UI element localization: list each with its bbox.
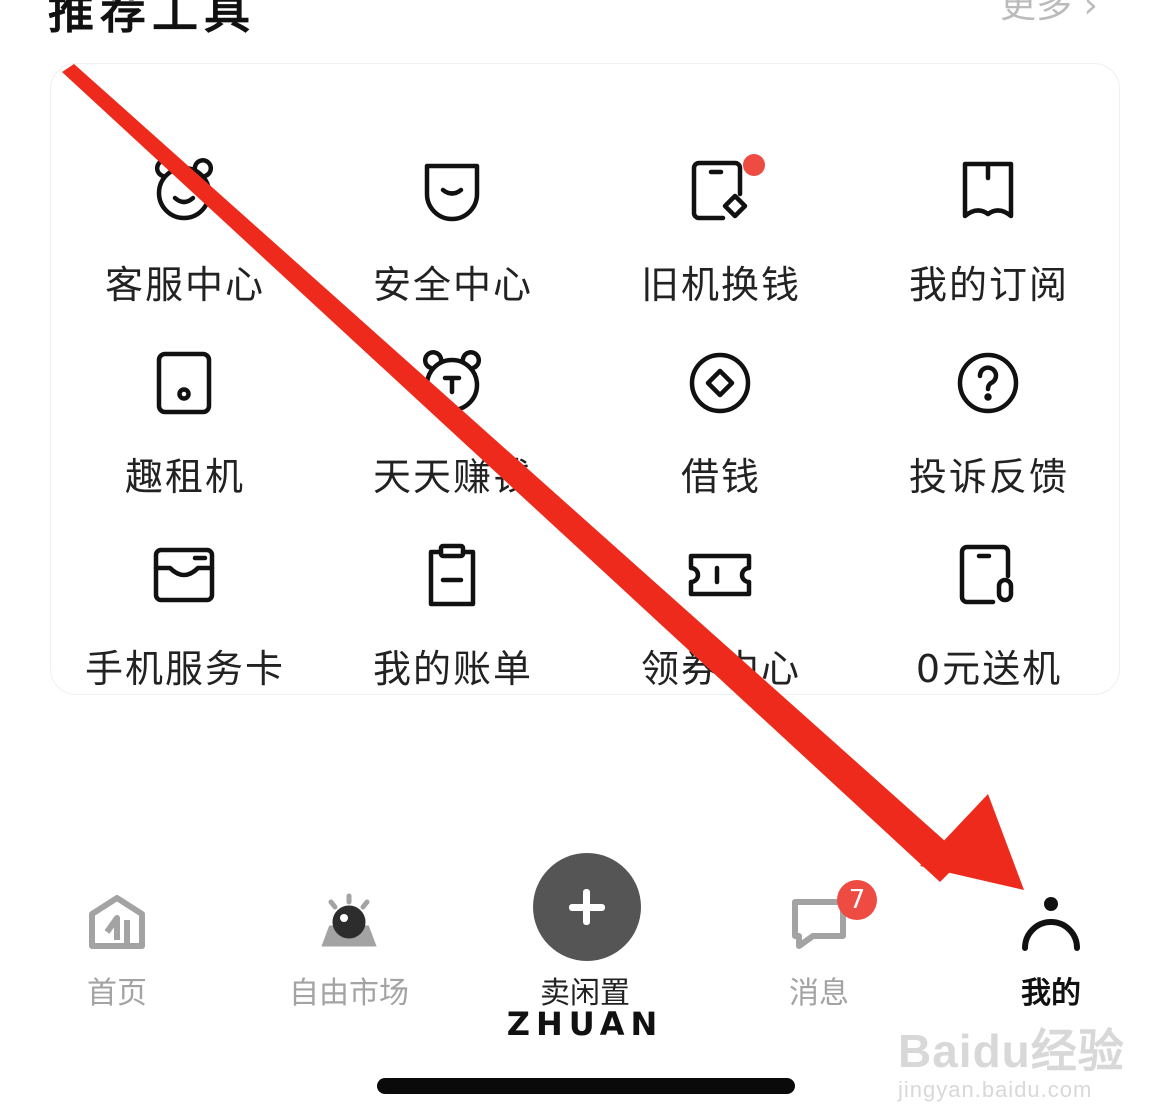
question-circle-icon — [955, 350, 1021, 416]
tab-home[interactable]: 首页 — [37, 892, 197, 1012]
tab-label: 首页 — [87, 976, 147, 1011]
phone-zero-icon — [955, 542, 1021, 608]
tool-free-phone[interactable]: 0元送机 — [855, 490, 1123, 691]
tool-coupon-center[interactable]: 领券中心 — [587, 490, 855, 691]
home-indicator — [377, 1078, 795, 1094]
section-title: 推荐工具 — [48, 0, 256, 39]
sell-button[interactable] — [533, 853, 641, 961]
tool-safety-center[interactable]: 安全中心 — [319, 106, 587, 307]
tab-label: 自由市场 — [289, 976, 409, 1011]
plus-icon-vertical — [583, 889, 590, 925]
diamond-coin-icon — [687, 350, 753, 416]
ticket-icon — [687, 542, 753, 608]
card-tray-icon — [151, 542, 217, 608]
tab-label: 我的 — [1021, 976, 1081, 1011]
person-icon — [1021, 892, 1081, 952]
tool-service-card[interactable]: 手机服务卡 — [51, 490, 319, 691]
more-link[interactable]: 更多 › — [1000, 0, 1098, 28]
tool-customer-service[interactable]: 客服中心 — [51, 106, 319, 307]
tool-label: 领券中心 — [640, 647, 801, 691]
tool-feedback[interactable]: 投诉反馈 — [855, 298, 1123, 499]
tools-card: 客服中心 安全中心 旧机换钱 我的订阅 趣租机 天天赚钱 借钱 投诉反馈 手机服… — [50, 63, 1120, 695]
brand-logo-text: ZHUAN — [506, 1005, 664, 1043]
tab-profile[interactable]: 我的 — [971, 892, 1131, 1012]
home-icon — [87, 892, 147, 952]
shield-smile-icon — [419, 158, 485, 224]
tool-subscription[interactable]: 我的订阅 — [855, 106, 1123, 307]
section-header: 推荐工具 更多 › — [0, 0, 1170, 40]
tool-trade-in[interactable]: 旧机换钱 — [587, 106, 855, 307]
tab-market[interactable]: 自由市场 — [269, 892, 429, 1012]
tool-label: 手机服务卡 — [84, 647, 285, 691]
tool-my-bill[interactable]: 我的账单 — [319, 490, 587, 691]
tool-daily-earn[interactable]: 天天赚钱 — [319, 298, 587, 499]
bear-face-icon — [151, 158, 217, 224]
watermark: Baidu经验 jingyan.baidu.com — [898, 1015, 1148, 1103]
bookmark-icon — [955, 158, 1021, 224]
clipboard-icon — [419, 542, 485, 608]
tool-label: 0元送机 — [915, 647, 1063, 691]
notification-dot — [743, 154, 765, 176]
tool-borrow[interactable]: 借钱 — [587, 298, 855, 499]
watermark-main: Baidu经验 — [898, 1025, 1125, 1077]
tab-messages[interactable]: 7 消息 — [739, 880, 899, 1012]
tablet-icon — [151, 350, 217, 416]
message-count-badge: 7 — [837, 880, 877, 920]
bear-coin-icon — [419, 350, 485, 416]
tool-label: 我的账单 — [372, 647, 533, 691]
alarm-light-icon — [319, 892, 379, 952]
tab-label: 消息 — [789, 976, 849, 1011]
tool-rent-phone[interactable]: 趣租机 — [51, 298, 319, 499]
bottom-tab-bar: 首页 自由市场 卖闲置 ZHUAN 7 消息 我的 — [0, 840, 1170, 1043]
